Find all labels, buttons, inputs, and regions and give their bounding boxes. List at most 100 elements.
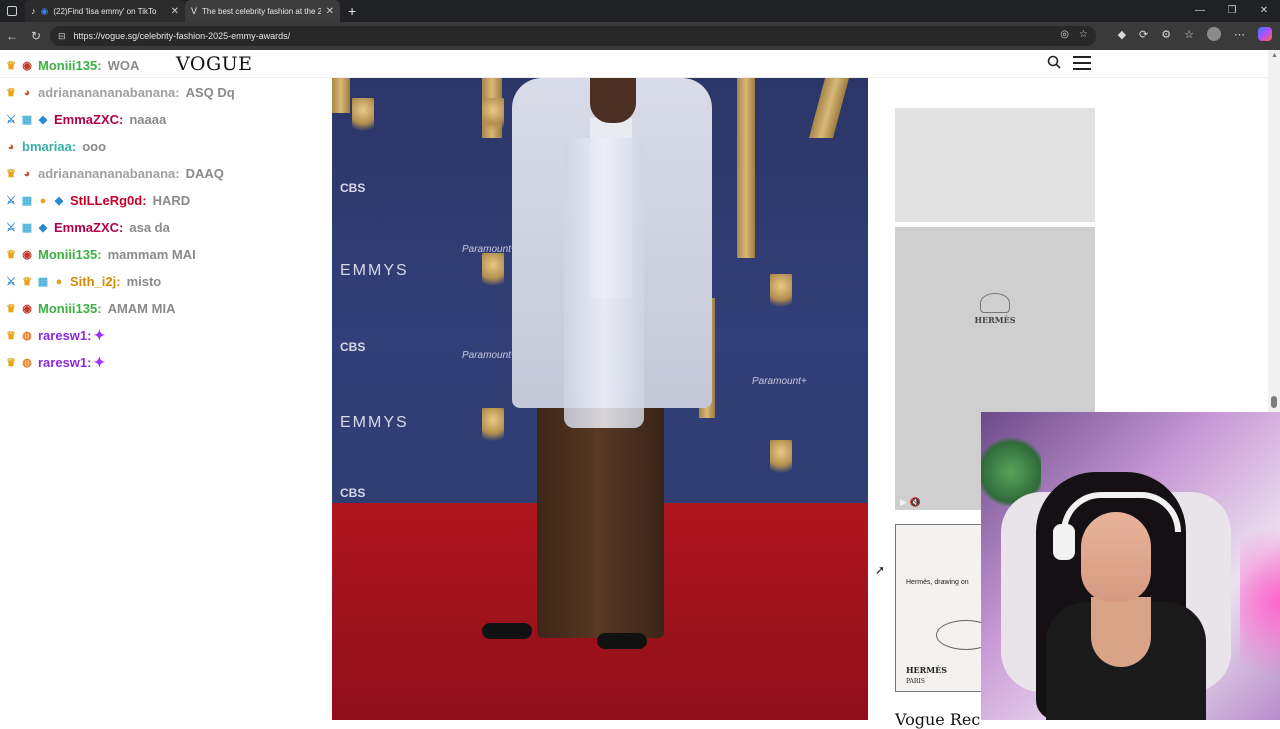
cube-badge-icon: ◆: [38, 221, 48, 234]
ad-brand: HERMÈS PARIS: [906, 665, 947, 685]
close-icon[interactable]: ✕: [171, 6, 179, 17]
crown-badge-icon: ♛: [6, 248, 16, 261]
chat-message: ⚔ ♛ ▦ ● Sith_i2j: misto: [4, 268, 324, 295]
scroll-thumb[interactable]: [1271, 396, 1277, 408]
cat-badge-icon: ◕: [23, 167, 31, 180]
ad-brand-name: HERMÈS: [906, 665, 948, 675]
restore-icon[interactable]: ❐: [1216, 0, 1248, 22]
hermes-brand: HERMÈS: [974, 315, 1016, 325]
extension-diamond-icon[interactable]: ◆: [1118, 28, 1126, 41]
refresh-icon[interactable]: ↻: [24, 29, 48, 43]
recording-icon: ◉: [40, 5, 49, 16]
copilot-icon[interactable]: [1258, 27, 1272, 41]
sponsor-logo: CBS: [340, 486, 366, 500]
sponsor-logo-2: Paramount+: [752, 376, 807, 387]
chat-username[interactable]: adriananananabanana:: [38, 85, 180, 100]
url-text: https://vogue.sg/celebrity-fashion-2025-…: [73, 31, 291, 41]
chat-username[interactable]: Moniii135:: [38, 58, 102, 73]
chat-username[interactable]: raresw1:: [38, 328, 91, 343]
emmy-statue-icon: [770, 274, 792, 314]
shoe: [597, 633, 647, 649]
extension-puzzle-icon[interactable]: ⚙: [1161, 28, 1171, 41]
extension-refresh-icon[interactable]: ⟳: [1139, 28, 1148, 41]
cat-badge-icon: ◕: [23, 86, 31, 99]
ad-text: Hermès, drawing on: [906, 579, 969, 586]
scroll-up-icon[interactable]: ▲: [1271, 52, 1278, 59]
close-window-icon[interactable]: ✕: [1248, 0, 1280, 22]
emote-icon: ✦: [93, 354, 106, 370]
gift-badge-icon: ▦: [21, 113, 33, 126]
sword-badge-icon: ⚔: [6, 194, 16, 207]
chat-message: ♛ ◕ adriananananabanana: ASQ Dq: [4, 79, 324, 106]
extensions-toolbar: ◆ ⟳ ⚙ ☆ ⋯: [1118, 27, 1272, 41]
profile-avatar[interactable]: [1207, 27, 1221, 41]
chat-username[interactable]: Moniii135:: [38, 301, 102, 316]
event-logo: EMMYS: [340, 414, 409, 431]
favorites-icon[interactable]: ☆: [1184, 28, 1194, 41]
chat-username[interactable]: StILLeRg0d:: [70, 193, 147, 208]
gold-bar-decor: [737, 78, 755, 258]
tab-vogue[interactable]: V The best celebrity fashion at the 2 ✕: [185, 0, 340, 22]
tab-tiktok[interactable]: ♪ ◉ (22)Find 'lisa emmy' on TikTo ✕: [25, 0, 185, 22]
chat-username[interactable]: EmmaZXC:: [54, 112, 123, 127]
crown-badge-icon: ♛: [6, 59, 16, 72]
browser-titlebar: ♪ ◉ (22)Find 'lisa emmy' on TikTo ✕ V Th…: [0, 0, 1280, 22]
fringed-scarf: [564, 138, 644, 428]
mute-icon[interactable]: 🔇: [909, 497, 920, 507]
pig-badge-icon: ◉: [22, 248, 32, 261]
emmy-statue-icon: [482, 98, 504, 138]
chat-username[interactable]: EmmaZXC:: [54, 220, 123, 235]
chat-username[interactable]: raresw1:: [38, 355, 91, 370]
pig-badge-icon: ◉: [22, 59, 32, 72]
crown-badge-icon: ♛: [6, 356, 16, 369]
chat-text: ASQ Dq: [185, 85, 235, 100]
crown-badge-icon: ♛: [6, 86, 16, 99]
play-icon[interactable]: ▶: [900, 497, 907, 507]
search-icon[interactable]: [1047, 55, 1061, 69]
chat-username[interactable]: bmariaa:: [22, 139, 76, 154]
chat-text: ooo: [82, 139, 107, 154]
chat-message: ◕ bmariaa: ooo: [4, 133, 324, 160]
emmy-statue-icon: [482, 408, 504, 448]
event-logo: EMMYS: [340, 262, 409, 279]
reader-mode-icon[interactable]: ◎: [1060, 29, 1069, 40]
ad-slot-top[interactable]: [895, 108, 1095, 222]
cat-badge-icon: ◕: [7, 140, 15, 153]
back-icon[interactable]: ←: [0, 29, 24, 43]
person-head: [590, 78, 636, 123]
crown-badge-icon: ♛: [6, 302, 16, 315]
emmy-statue-icon: [770, 440, 792, 480]
new-tab-icon[interactable]: +: [348, 3, 356, 19]
site-info-icon[interactable]: ⊟: [58, 31, 66, 42]
chat-text: DAAQ: [185, 166, 224, 181]
tab-title: (22)Find 'lisa emmy' on TikTo: [53, 6, 157, 16]
chat-text: WOA: [107, 58, 140, 73]
webcam-neck: [1091, 597, 1151, 667]
chat-username[interactable]: Sith_i2j:: [70, 274, 121, 289]
webcam-pink-light: [1240, 502, 1280, 702]
sponsor-logo-2: Paramount+: [462, 350, 517, 361]
chat-message: ♛ ◉ Moniii135: mammam MAI: [4, 241, 324, 268]
address-bar: ← ↻ ⊟ https://vogue.sg/celebrity-fashion…: [0, 22, 1280, 50]
tab-actions-icon[interactable]: [7, 6, 17, 16]
hamburger-menu-icon[interactable]: [1073, 56, 1091, 70]
emmy-statue-icon: [482, 253, 504, 293]
close-icon[interactable]: ✕: [326, 6, 334, 17]
vogue-favicon-icon: V: [191, 6, 198, 16]
coin-badge-icon: ●: [39, 194, 47, 207]
window-controls: — ❐ ✕: [1184, 0, 1280, 22]
crown-badge-icon: ♛: [22, 275, 32, 288]
url-field[interactable]: ⊟ https://vogue.sg/celebrity-fashion-202…: [50, 26, 1096, 46]
chat-username[interactable]: Moniii135:: [38, 247, 102, 262]
chat-username[interactable]: adriananananabanana:: [38, 166, 180, 181]
shoe: [482, 623, 532, 639]
headset-icon: [1061, 492, 1181, 532]
minimize-icon[interactable]: —: [1184, 0, 1216, 22]
sword-badge-icon: ⚔: [6, 221, 16, 234]
favorite-star-icon[interactable]: ☆: [1079, 29, 1088, 40]
celebrity-photo: CBS CBS CBS Paramount+ Paramount+ Paramo…: [332, 78, 868, 720]
chat-text: naaaa: [129, 112, 167, 127]
chat-text: misto: [126, 274, 162, 289]
ad-hermes-banner[interactable]: Hermès, drawing on HERMÈS PARIS: [895, 524, 985, 692]
more-options-icon[interactable]: ⋯: [1234, 28, 1245, 41]
